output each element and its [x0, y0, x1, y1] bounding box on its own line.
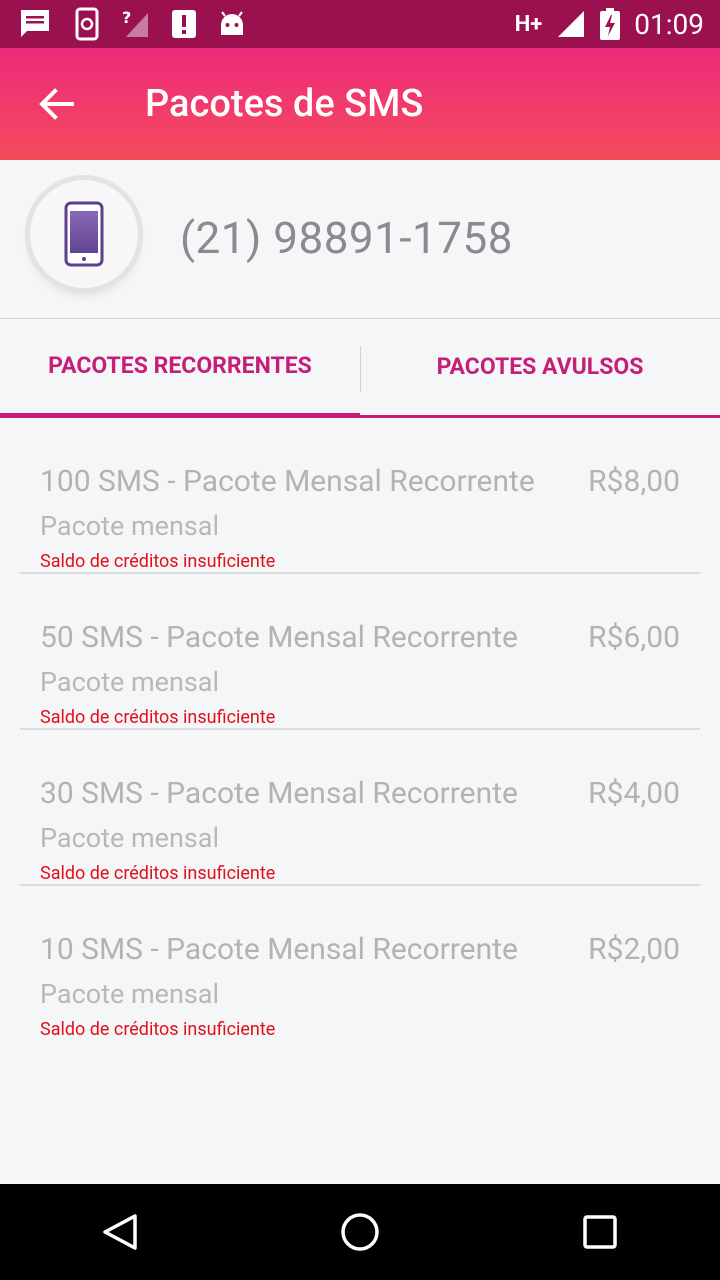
tab-divider — [360, 346, 361, 392]
home-circle-icon — [341, 1213, 379, 1251]
alert-icon — [172, 10, 196, 38]
package-price: R$8,00 — [588, 464, 680, 499]
avatar — [30, 180, 138, 288]
recents-square-icon — [583, 1215, 617, 1249]
list-item[interactable]: 50 SMS - Pacote Mensal Recorrente R$6,00… — [20, 574, 700, 730]
package-price: R$6,00 — [588, 620, 680, 655]
back-button[interactable] — [0, 48, 112, 160]
svg-text:?: ? — [122, 9, 131, 27]
system-nav-bar — [0, 1184, 720, 1280]
page-title: Pacotes de SMS — [145, 82, 424, 126]
list-item[interactable]: 10 SMS - Pacote Mensal Recorrente R$2,00… — [20, 886, 700, 1042]
package-title: 10 SMS - Pacote Mensal Recorrente — [40, 932, 518, 967]
arrow-left-icon — [39, 88, 74, 120]
app-bar: Pacotes de SMS — [0, 48, 720, 160]
battery-charging-icon — [600, 8, 621, 40]
network-type: H+ — [514, 11, 543, 37]
package-subtitle: Pacote mensal — [40, 510, 220, 542]
back-triangle-icon — [103, 1214, 137, 1250]
nav-back-button[interactable] — [60, 1184, 180, 1280]
package-warning: Saldo de créditos insuficiente — [40, 551, 276, 572]
tab-label: PACOTES RECORRENTES — [48, 352, 312, 379]
package-subtitle: Pacote mensal — [40, 666, 220, 698]
tab-bar: PACOTES RECORRENTES PACOTES AVULSOS — [0, 318, 720, 418]
smartphone-icon — [64, 201, 104, 267]
package-list: 100 SMS - Pacote Mensal Recorrente R$8,0… — [0, 418, 720, 1042]
package-subtitle: Pacote mensal — [40, 978, 220, 1010]
android-icon — [218, 11, 246, 37]
package-warning: Saldo de créditos insuficiente — [40, 707, 276, 728]
message-icon — [18, 8, 52, 40]
package-title: 100 SMS - Pacote Mensal Recorrente — [40, 464, 535, 499]
clock: 01:09 — [634, 7, 704, 41]
phone-sync-icon — [74, 7, 100, 41]
list-item[interactable]: 30 SMS - Pacote Mensal Recorrente R$4,00… — [20, 730, 700, 886]
signal-icon — [556, 9, 586, 39]
no-signal-icon: ? — [122, 9, 150, 39]
package-price: R$2,00 — [588, 932, 680, 967]
nav-home-button[interactable] — [300, 1184, 420, 1280]
list-item[interactable]: 100 SMS - Pacote Mensal Recorrente R$8,0… — [20, 418, 700, 574]
phone-header: (21) 98891-1758 — [0, 160, 720, 319]
package-subtitle: Pacote mensal — [40, 822, 220, 854]
package-title: 30 SMS - Pacote Mensal Recorrente — [40, 776, 518, 811]
tab-pacotes-avulsos[interactable]: PACOTES AVULSOS — [360, 318, 720, 418]
nav-recents-button[interactable] — [540, 1184, 660, 1280]
package-price: R$4,00 — [588, 776, 680, 811]
tab-pacotes-recorrentes[interactable]: PACOTES RECORRENTES — [0, 318, 360, 418]
tab-label: PACOTES AVULSOS — [436, 353, 644, 380]
phone-number: (21) 98891-1758 — [180, 212, 513, 264]
package-warning: Saldo de créditos insuficiente — [40, 1019, 276, 1040]
package-warning: Saldo de créditos insuficiente — [40, 863, 276, 884]
status-bar: ? H+ 01:09 — [0, 0, 720, 48]
package-title: 50 SMS - Pacote Mensal Recorrente — [40, 620, 518, 655]
